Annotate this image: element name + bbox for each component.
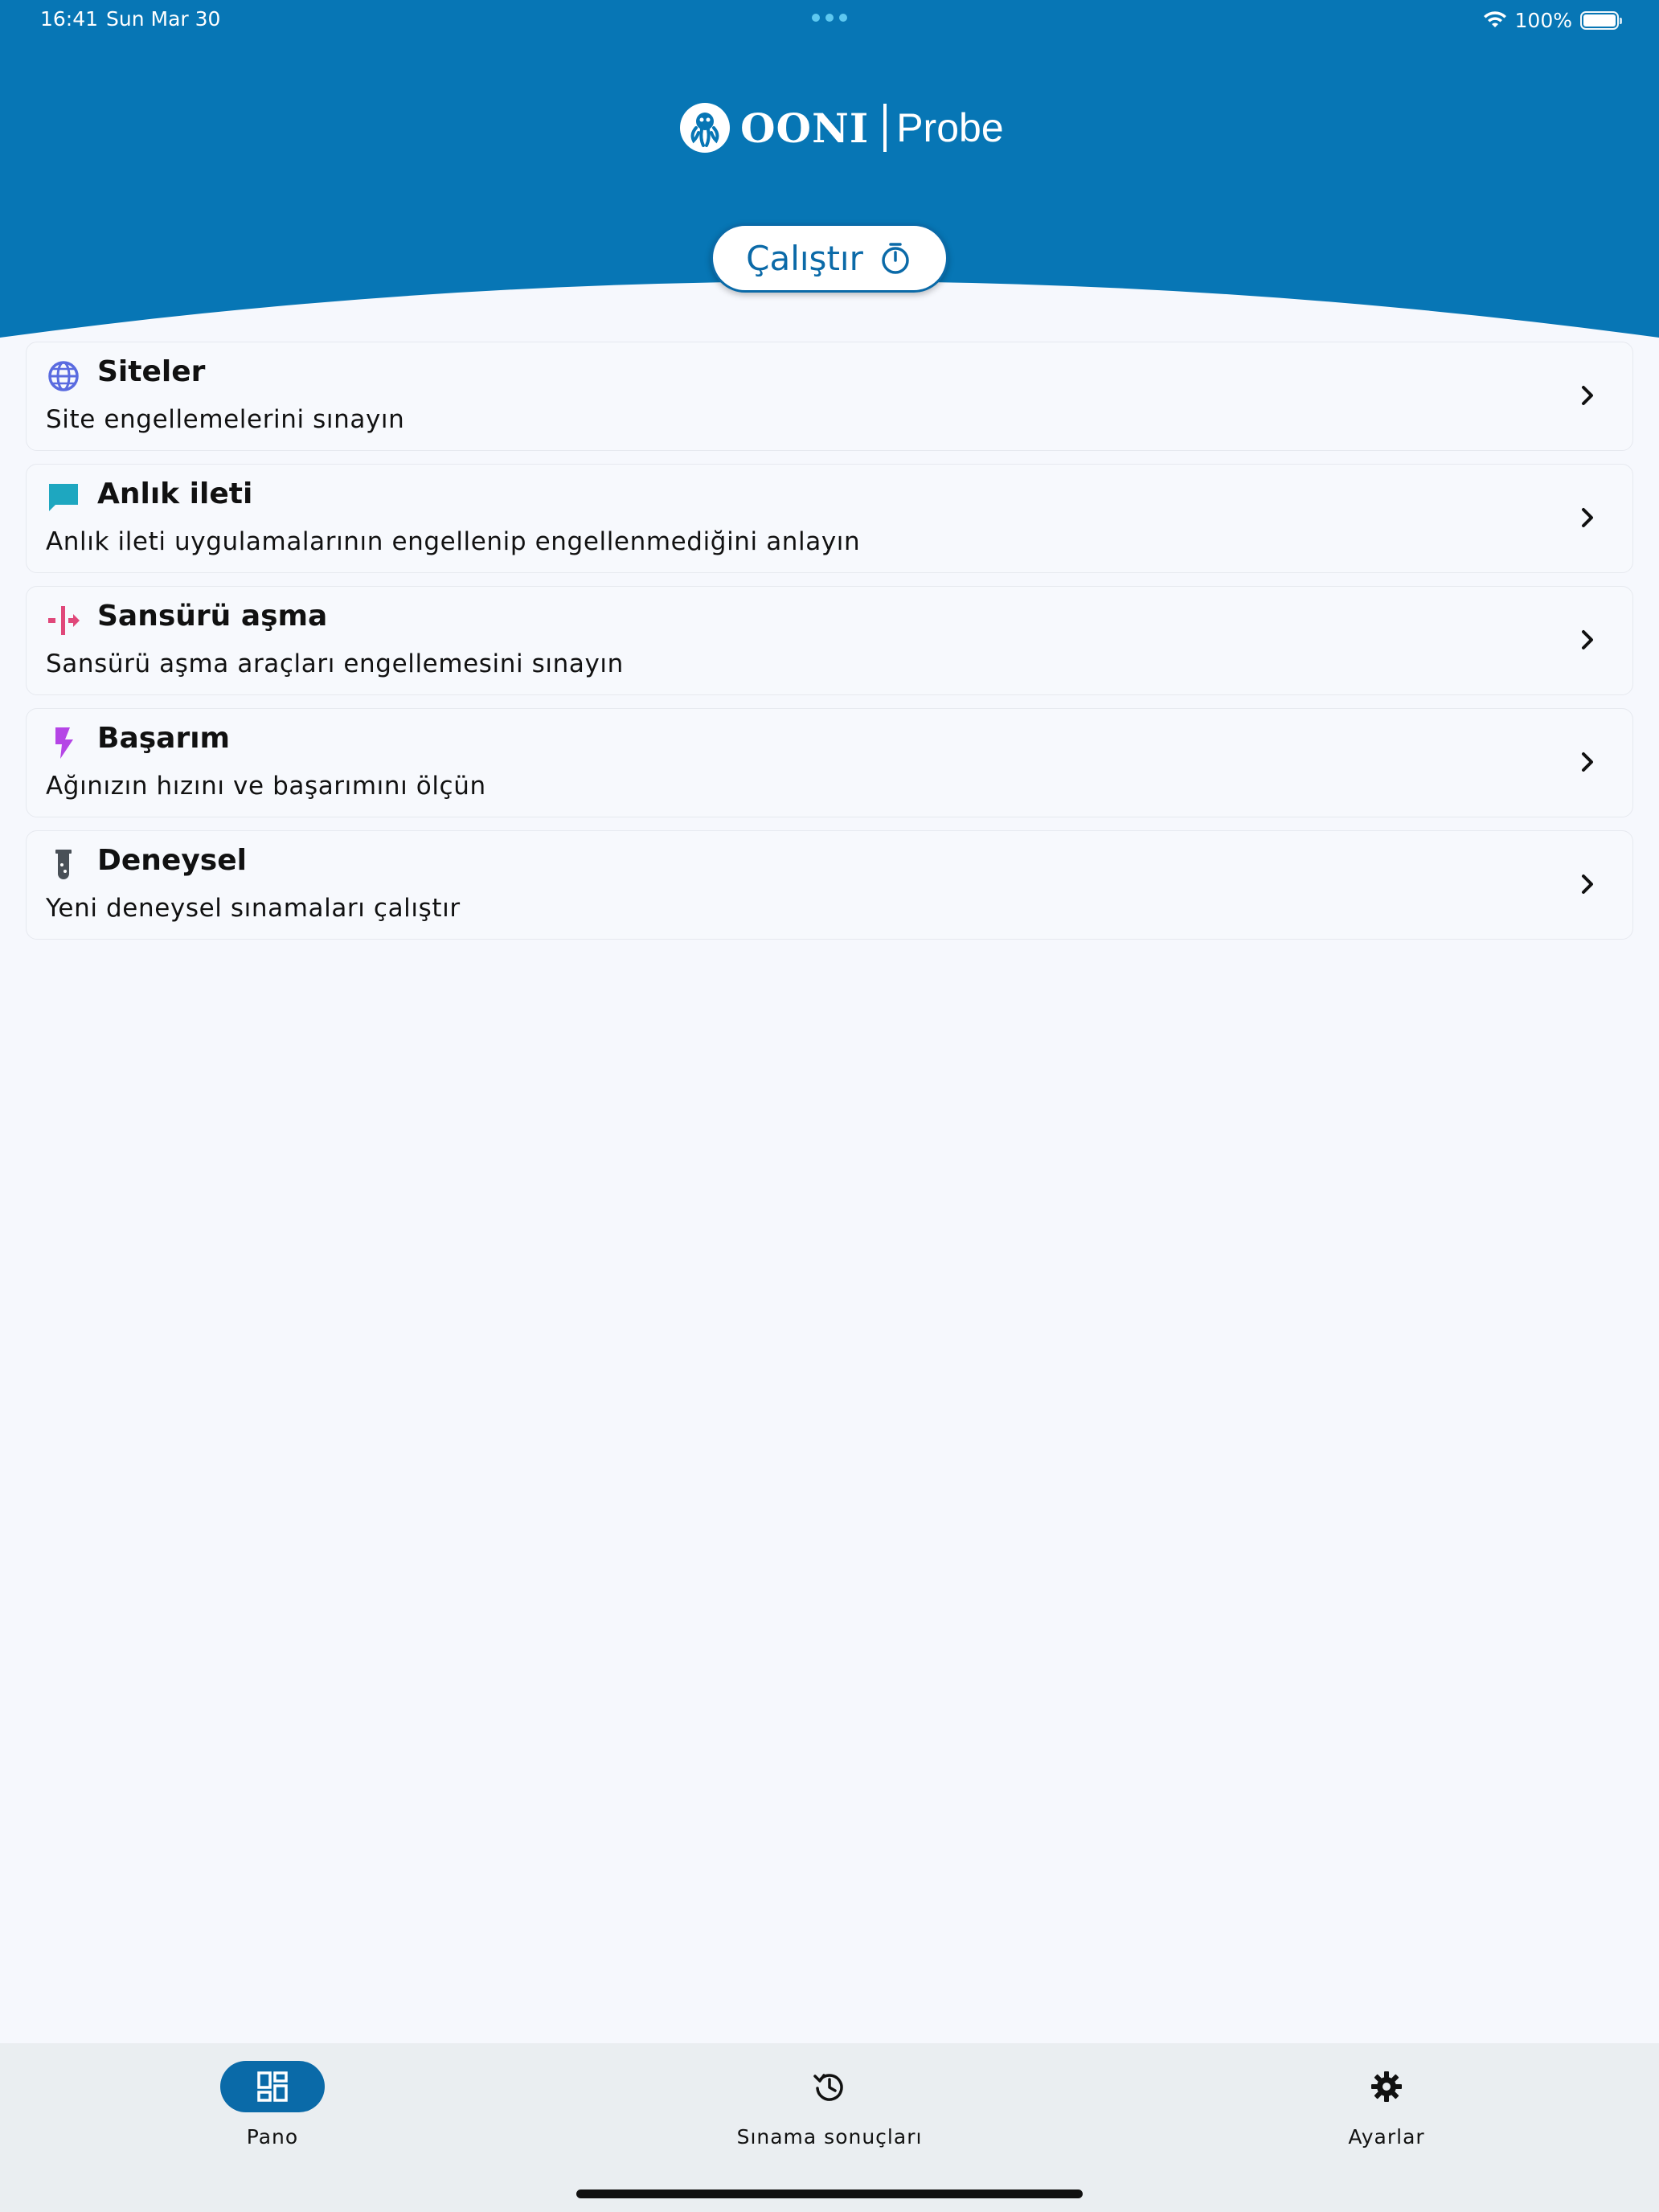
dashboard-icon <box>257 2071 288 2102</box>
logo-probe-text: Probe <box>896 105 1004 150</box>
test-card-title: Sansürü aşma <box>97 600 328 633</box>
test-card-title: Siteler <box>97 355 206 388</box>
stopwatch-icon <box>882 243 909 274</box>
lightning-icon <box>46 725 81 760</box>
test-card-performance[interactable]: Başarım Ağınızın hızını ve başarımını öl… <box>26 708 1633 817</box>
test-card-experimental[interactable]: Deneysel Yeni deneysel sınamaları çalışt… <box>26 830 1633 940</box>
tab-active-indicator <box>220 2061 325 2112</box>
wifi-icon <box>1483 11 1506 27</box>
home-indicator[interactable] <box>576 2189 1083 2198</box>
chevron-right-icon <box>1582 875 1593 894</box>
ooni-probe-logo: OONI Probe <box>679 100 1004 156</box>
test-card-description: Yeni deneysel sınamaları çalıştır <box>46 894 461 923</box>
test-card-instant-messaging[interactable]: Anlık ileti Anlık ileti uygulamalarının … <box>26 464 1633 573</box>
test-card-description: Site engellemelerini sınayın <box>46 405 405 434</box>
chevron-right-icon <box>1582 752 1593 772</box>
bottom-tab-bar: Pano Sınama sonuçları Ayarlar <box>0 2043 1659 2212</box>
status-date: Sun Mar 30 <box>106 7 221 31</box>
tab-label: Pano <box>246 2125 299 2149</box>
multitasking-dots-icon[interactable] <box>812 14 847 22</box>
logo-divider <box>883 104 887 152</box>
test-card-description: Sansürü aşma araçları engellemesini sına… <box>46 649 624 678</box>
run-button[interactable]: Çalıştır <box>711 223 948 293</box>
logo-ooni-text: OONI <box>740 104 870 152</box>
test-card-websites[interactable]: Siteler Site engellemelerini sınayın <box>26 342 1633 451</box>
chevron-right-icon <box>1582 630 1593 649</box>
tab-label: Ayarlar <box>1348 2125 1425 2149</box>
test-card-title: Deneysel <box>97 844 247 877</box>
ooni-octopus-icon <box>680 103 730 153</box>
status-bar: 16:41 Sun Mar 30 100% <box>0 0 1659 40</box>
status-indicators: 100% <box>1483 6 1622 34</box>
chevron-right-icon <box>1582 508 1593 527</box>
test-list: Siteler Site engellemelerini sınayın Anl… <box>26 342 1633 952</box>
tab-label: Sınama sonuçları <box>736 2125 923 2149</box>
tab-test-results[interactable]: Sınama sonuçları <box>685 2061 974 2157</box>
test-card-circumvention[interactable]: Sansürü aşma Sansürü aşma araçları engel… <box>26 586 1633 695</box>
battery-icon <box>1580 10 1622 30</box>
test-card-description: Ağınızın hızını ve başarımını ölçün <box>46 772 486 801</box>
test-tube-icon <box>46 847 81 883</box>
status-time: 16:41 <box>40 7 99 31</box>
battery-percentage: 100% <box>1514 8 1572 32</box>
chat-bubble-icon <box>46 481 81 516</box>
test-card-title: Anlık ileti <box>97 477 253 510</box>
header-background <box>0 0 1659 346</box>
test-card-title: Başarım <box>97 722 231 755</box>
test-card-description: Anlık ileti uygulamalarının engellenip e… <box>46 527 861 556</box>
tab-dashboard[interactable]: Pano <box>128 2061 417 2157</box>
tab-settings[interactable]: Ayarlar <box>1242 2061 1531 2157</box>
run-button-label: Çalıştır <box>746 238 863 278</box>
history-icon <box>813 2074 843 2101</box>
gear-icon <box>1371 2071 1402 2102</box>
circumvention-icon <box>46 603 81 638</box>
chevron-right-icon <box>1582 386 1593 405</box>
globe-icon <box>46 358 81 394</box>
